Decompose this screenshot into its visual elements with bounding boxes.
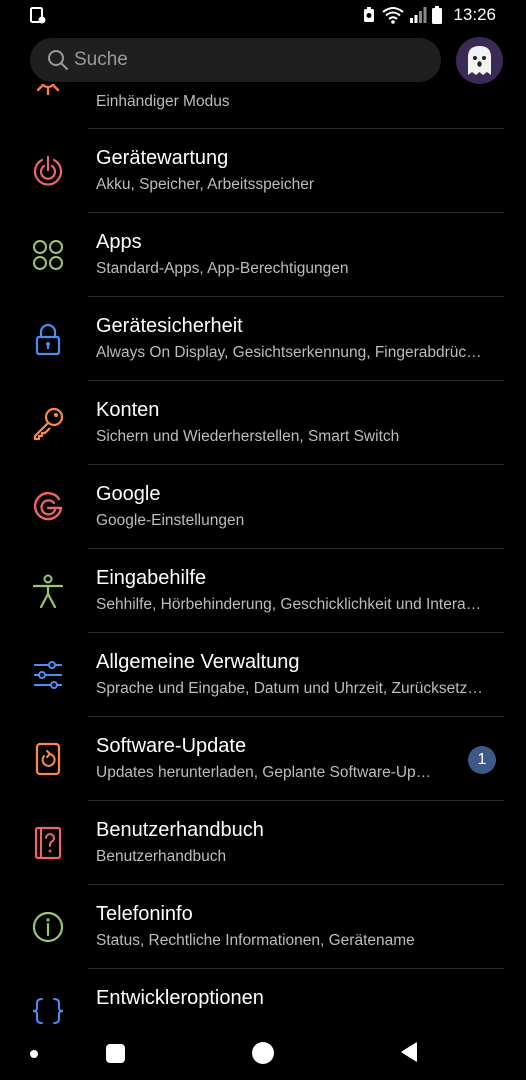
settings-item-subtitle: Updates herunterladen, Geplante Software… bbox=[96, 764, 432, 781]
settings-item-subtitle: Akku, Speicher, Arbeitsspeicher bbox=[96, 176, 314, 193]
settings-item-google[interactable]: Google Google-Einstellungen bbox=[0, 465, 526, 549]
settings-item-subtitle: Always On Display, Gesichtserkennung, Fi… bbox=[96, 344, 482, 361]
settings-item-apps[interactable]: Apps Standard-Apps, App-Berechtigungen bbox=[0, 213, 526, 297]
developer-options-icon bbox=[32, 998, 64, 1024]
gear-icon bbox=[36, 84, 60, 96]
home-icon[interactable] bbox=[252, 1042, 274, 1064]
status-icons: 13:26 bbox=[361, 5, 496, 25]
search-input[interactable]: Suche bbox=[30, 38, 441, 82]
settings-item-title: Entwickleroptionen bbox=[96, 987, 264, 1009]
lock-icon bbox=[35, 323, 61, 356]
apps-grid-icon bbox=[33, 240, 63, 270]
key-icon bbox=[33, 407, 64, 441]
sliders-icon bbox=[34, 661, 62, 689]
recent-apps-icon[interactable] bbox=[106, 1044, 125, 1063]
settings-item-title: Gerätesicherheit bbox=[96, 315, 243, 337]
settings-item-software-update[interactable]: Software-Update Updates herunterladen, G… bbox=[0, 717, 526, 801]
settings-item-title: Benutzerhandbuch bbox=[96, 819, 264, 841]
settings-item-title: Allgemeine Verwaltung bbox=[96, 651, 300, 673]
settings-item-subtitle: Sehhilfe, Hörbehinderung, Geschicklichke… bbox=[96, 596, 482, 613]
settings-item-title: Apps bbox=[96, 231, 142, 253]
search-icon bbox=[48, 50, 68, 70]
settings-item-subtitle: Benutzerhandbuch bbox=[96, 848, 227, 865]
user-manual-icon bbox=[34, 826, 62, 860]
settings-list: Einhändiger Modus Gerätewartung Akku, Sp… bbox=[0, 84, 526, 1032]
settings-item-accounts[interactable]: Konten Sichern und Wiederherstellen, Sma… bbox=[0, 381, 526, 465]
signal-icon bbox=[410, 7, 427, 23]
wifi-icon bbox=[382, 7, 405, 24]
settings-item-title: Google bbox=[96, 483, 161, 505]
status-time: 13:26 bbox=[453, 5, 496, 24]
ghost-avatar-icon bbox=[468, 46, 491, 75]
settings-item-title: Gerätewartung bbox=[96, 147, 229, 169]
settings-item-user-manual[interactable]: Benutzerhandbuch Benutzerhandbuch bbox=[0, 801, 526, 885]
avatar[interactable] bbox=[456, 37, 503, 84]
settings-item-subtitle: Google-Einstellungen bbox=[96, 512, 245, 529]
battery-icon bbox=[432, 6, 443, 24]
settings-item-title: Software-Update bbox=[96, 735, 247, 757]
nav-dot-icon[interactable] bbox=[30, 1050, 38, 1058]
update-count-badge: 1 bbox=[468, 746, 496, 774]
settings-item-subtitle: Einhändiger Modus bbox=[96, 93, 230, 110]
settings-item-title: Eingabehilfe bbox=[96, 567, 207, 589]
settings-item-accessibility[interactable]: Eingabehilfe Sehhilfe, Hörbehinderung, G… bbox=[0, 549, 526, 633]
search-placeholder: Suche bbox=[74, 49, 128, 70]
status-bar: 13:26 bbox=[0, 0, 526, 32]
settings-item-device-security[interactable]: Gerätesicherheit Always On Display, Gesi… bbox=[0, 297, 526, 381]
back-icon[interactable] bbox=[398, 1040, 420, 1064]
settings-item-subtitle: Sprache und Eingabe, Datum und Uhrzeit, … bbox=[96, 680, 483, 697]
device-care-icon bbox=[33, 155, 63, 186]
accessibility-icon bbox=[32, 574, 64, 609]
settings-item-title: Konten bbox=[96, 399, 160, 421]
settings-item-subtitle: Status, Rechtliche Informationen, Geräte… bbox=[96, 932, 415, 949]
navigation-bar bbox=[0, 1032, 526, 1080]
settings-item-subtitle: Standard-Apps, App-Berechtigungen bbox=[96, 260, 349, 277]
settings-item-device-care[interactable]: Gerätewartung Akku, Speicher, Arbeitsspe… bbox=[0, 129, 526, 213]
info-icon bbox=[32, 911, 64, 943]
notification-icon bbox=[30, 7, 46, 24]
settings-item-subtitle: Sichern und Wiederherstellen, Smart Swit… bbox=[96, 428, 400, 445]
settings-item-title: Telefoninfo bbox=[96, 903, 193, 925]
battery-saver-icon bbox=[364, 7, 375, 22]
settings-item-phone-info[interactable]: Telefoninfo Status, Rechtliche Informati… bbox=[0, 885, 526, 969]
software-update-icon bbox=[35, 742, 61, 776]
google-icon bbox=[34, 492, 63, 521]
settings-item-developer-options[interactable]: Entwickleroptionen bbox=[0, 969, 526, 1032]
settings-item-general-management[interactable]: Allgemeine Verwaltung Sprache und Eingab… bbox=[0, 633, 526, 717]
